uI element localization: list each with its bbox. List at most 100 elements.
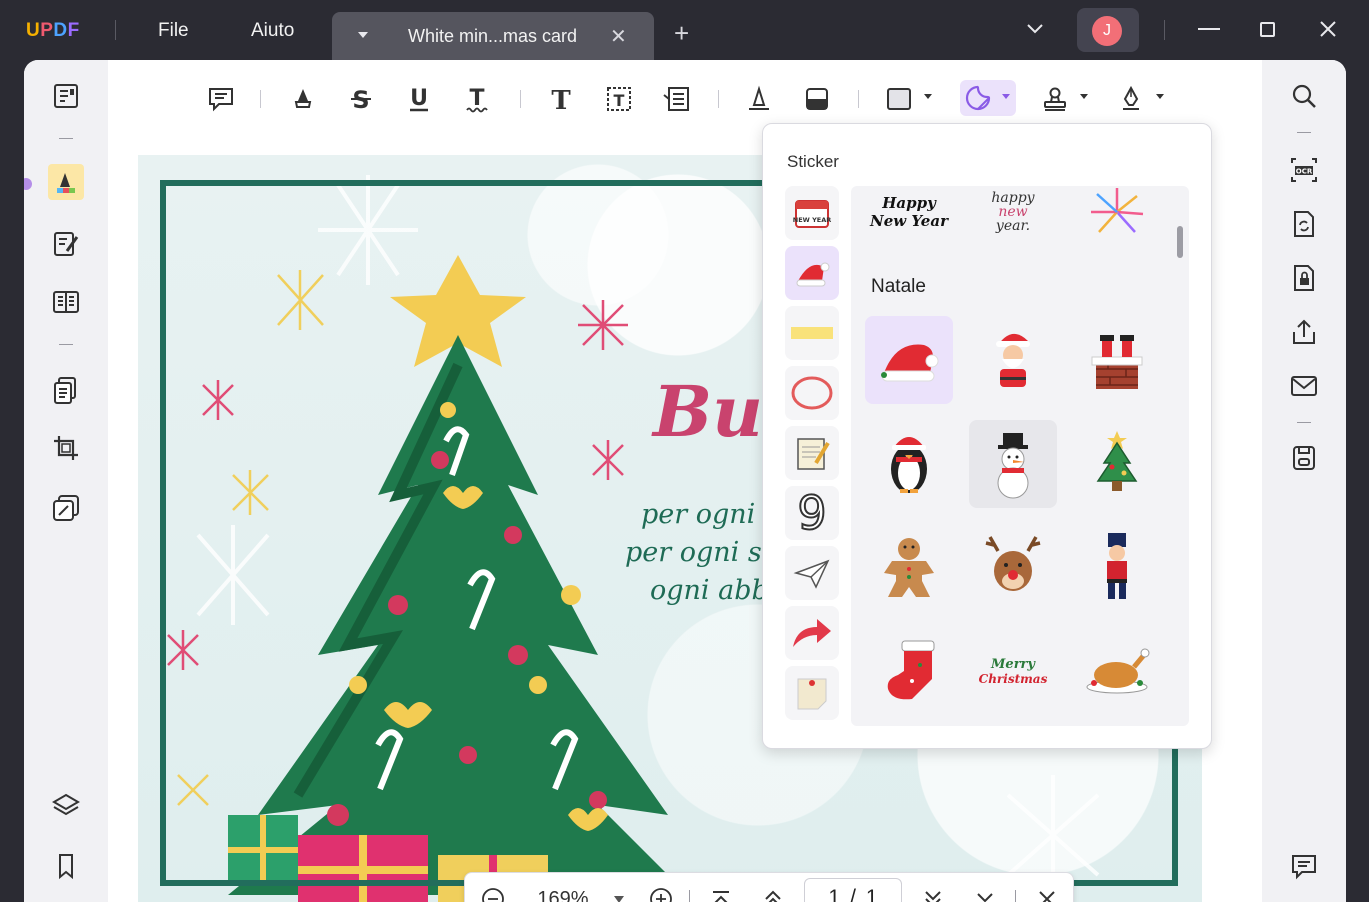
sticker-happy-new-year-banner[interactable]: Happy New Year bbox=[865, 186, 953, 244]
sticker-happy-new-year-script[interactable]: happy new year. bbox=[969, 186, 1057, 244]
signature-dropdown-icon[interactable] bbox=[1156, 94, 1164, 99]
card-title: Bu bbox=[653, 370, 764, 453]
highlight-tool[interactable] bbox=[286, 82, 320, 116]
category-number[interactable]: 9 bbox=[785, 486, 839, 540]
current-page[interactable]: 1 bbox=[828, 886, 840, 902]
category-christmas[interactable] bbox=[785, 246, 839, 300]
account-button[interactable]: J bbox=[1077, 8, 1139, 52]
text-tool[interactable]: T bbox=[544, 82, 578, 116]
first-page-icon[interactable] bbox=[707, 885, 735, 902]
menu-help[interactable]: Aiuto bbox=[251, 20, 294, 42]
sticker-roast-turkey[interactable] bbox=[1073, 628, 1161, 716]
eraser-tool[interactable] bbox=[800, 82, 834, 116]
ocr-icon[interactable]: OCR bbox=[1286, 152, 1322, 188]
sticker-fireworks[interactable] bbox=[1073, 186, 1161, 244]
pencil-tool[interactable] bbox=[742, 82, 776, 116]
sticker-tool[interactable] bbox=[960, 80, 1016, 116]
comment-mode-icon[interactable] bbox=[48, 164, 84, 200]
sticker-christmas-stocking[interactable] bbox=[865, 628, 953, 716]
squiggly-tool[interactable]: T bbox=[460, 82, 494, 116]
category-arrow[interactable] bbox=[785, 606, 839, 660]
zoom-bar: 169% 1 / 1 bbox=[464, 872, 1074, 902]
sticker-merry-christmas[interactable]: Merry Christmas bbox=[969, 628, 1057, 716]
tabs-dropdown-icon[interactable] bbox=[1026, 18, 1044, 41]
note-tool[interactable] bbox=[204, 82, 238, 116]
convert-icon[interactable] bbox=[1286, 206, 1322, 242]
bookmark-icon[interactable] bbox=[48, 848, 84, 884]
svg-text:U: U bbox=[410, 86, 428, 111]
zoom-dropdown-icon[interactable] bbox=[611, 885, 627, 902]
category-notepad[interactable] bbox=[785, 426, 839, 480]
close-zoom-bar-icon[interactable] bbox=[1033, 885, 1061, 902]
reader-mode-icon[interactable] bbox=[48, 78, 84, 114]
share-icon[interactable] bbox=[1286, 314, 1322, 350]
signature-tool[interactable] bbox=[1114, 82, 1148, 116]
comment-list-icon[interactable] bbox=[1286, 848, 1322, 884]
text-callout-tool[interactable] bbox=[660, 82, 694, 116]
sticker-text: New Year bbox=[870, 212, 948, 230]
logo-letter-f: F bbox=[67, 20, 80, 41]
category-circle[interactable] bbox=[785, 366, 839, 420]
document-tab[interactable]: White min...mas card ✕ bbox=[332, 12, 654, 60]
svg-text:OCR: OCR bbox=[1296, 168, 1313, 176]
minimize-button[interactable] bbox=[1198, 28, 1220, 30]
tab-close-button[interactable]: ✕ bbox=[610, 24, 627, 49]
sticker-section-title: Natale bbox=[871, 276, 926, 297]
shape-tool[interactable] bbox=[882, 82, 916, 116]
sticker-scrollbar[interactable] bbox=[1177, 226, 1183, 258]
sticker-text: Happy bbox=[882, 194, 936, 212]
sticker-snowman[interactable] bbox=[969, 420, 1057, 508]
sticker-reindeer[interactable] bbox=[969, 524, 1057, 612]
shape-dropdown-icon[interactable] bbox=[924, 94, 932, 99]
next-page-icon[interactable] bbox=[919, 885, 947, 902]
layers-icon[interactable] bbox=[48, 788, 84, 824]
stamp-tool[interactable] bbox=[1038, 82, 1072, 116]
watermark-icon[interactable] bbox=[48, 490, 84, 526]
new-tab-button[interactable]: + bbox=[674, 20, 689, 46]
page-number-box[interactable]: 1 / 1 bbox=[804, 878, 902, 902]
sticker-christmas-tree[interactable] bbox=[1073, 420, 1161, 508]
edit-pdf-icon[interactable] bbox=[48, 226, 84, 262]
text-box-tool[interactable]: T bbox=[602, 82, 636, 116]
svg-text:T: T bbox=[469, 86, 484, 111]
organize-pages-icon[interactable] bbox=[48, 372, 84, 408]
sticker-grid: Happy New Year happy new year. Natale Me… bbox=[851, 186, 1189, 726]
save-icon[interactable] bbox=[1286, 440, 1322, 476]
tab-dropdown-icon[interactable] bbox=[358, 32, 368, 38]
category-tape[interactable] bbox=[785, 306, 839, 360]
previous-page-icon[interactable] bbox=[759, 885, 787, 902]
sticker-dropdown-icon[interactable] bbox=[1002, 94, 1010, 99]
zoom-in-button[interactable] bbox=[647, 885, 675, 902]
strikethrough-tool[interactable]: S bbox=[344, 82, 378, 116]
rail-divider bbox=[1297, 422, 1311, 423]
updf-logo: UPDF bbox=[26, 20, 80, 42]
protect-icon[interactable] bbox=[1286, 260, 1322, 296]
underline-tool[interactable]: U bbox=[402, 82, 436, 116]
maximize-button[interactable] bbox=[1260, 22, 1275, 37]
last-page-icon[interactable] bbox=[971, 885, 999, 902]
category-new-year[interactable]: NEW YEAR bbox=[785, 186, 839, 240]
sticker-chimney-santa[interactable] bbox=[1073, 316, 1161, 404]
email-icon[interactable] bbox=[1286, 368, 1322, 404]
sticker-nutcracker[interactable] bbox=[1073, 524, 1161, 612]
sticker-text: Christmas bbox=[978, 672, 1048, 686]
sticker-santa-claus[interactable] bbox=[969, 316, 1057, 404]
sticker-panel-title: Sticker bbox=[787, 152, 839, 171]
svg-text:T: T bbox=[614, 91, 625, 110]
close-window-button[interactable] bbox=[1318, 19, 1338, 45]
svg-text:NEW YEAR: NEW YEAR bbox=[793, 216, 832, 224]
zoom-level[interactable]: 169% bbox=[527, 885, 599, 902]
stamp-dropdown-icon[interactable] bbox=[1080, 94, 1088, 99]
menu-file[interactable]: File bbox=[158, 20, 189, 42]
category-sticky-note[interactable] bbox=[785, 666, 839, 720]
sticker-santa-hat[interactable] bbox=[865, 316, 953, 404]
sticker-gingerbread-man[interactable] bbox=[865, 524, 953, 612]
logo-letter-p: P bbox=[40, 20, 54, 41]
zoom-out-button[interactable] bbox=[479, 885, 507, 902]
category-paper-plane[interactable] bbox=[785, 546, 839, 600]
sticker-text: Merry bbox=[991, 657, 1035, 672]
page-layout-icon[interactable] bbox=[48, 284, 84, 320]
search-icon[interactable] bbox=[1286, 78, 1322, 114]
crop-icon[interactable] bbox=[48, 430, 84, 466]
sticker-penguin[interactable] bbox=[865, 420, 953, 508]
